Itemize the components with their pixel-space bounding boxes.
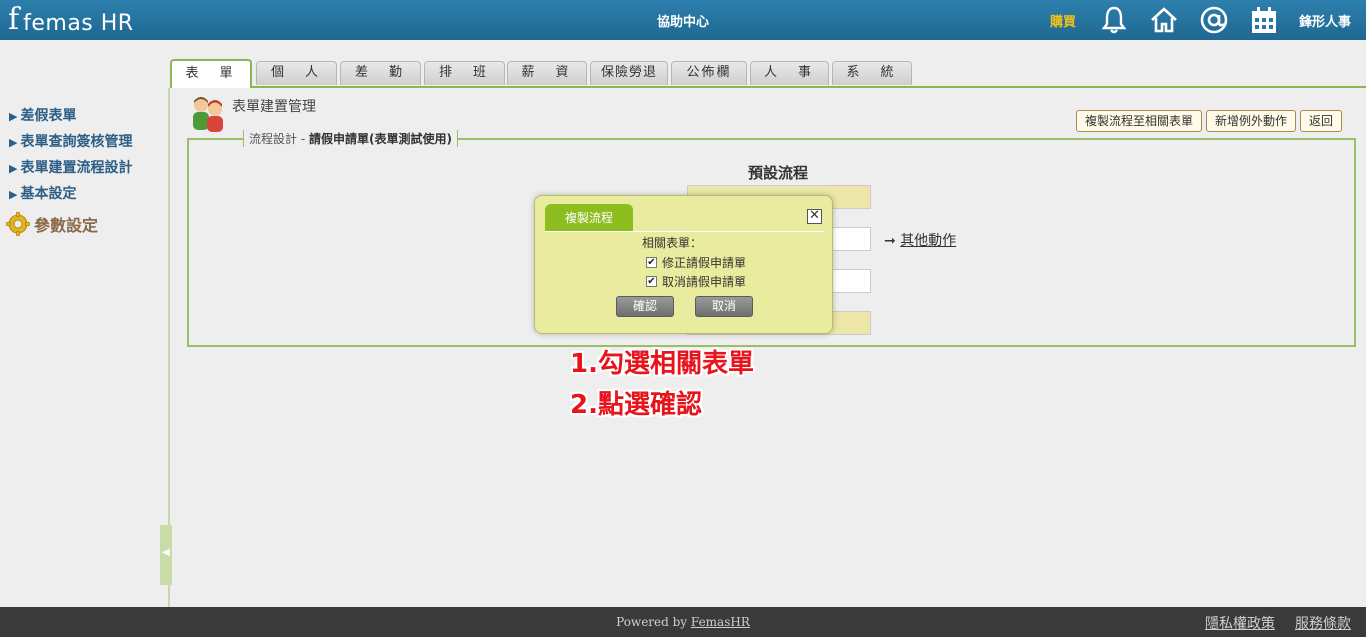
checkbox-checked[interactable]: ✔ [646, 257, 657, 268]
sidebar-collapse-handle[interactable]: ◀ [160, 525, 172, 585]
sidebar-item-label: 表單查詢簽核管理 [20, 134, 133, 150]
confirm-button[interactable]: 確認 [616, 296, 674, 317]
tab-attendance[interactable]: 差 勤 [340, 61, 421, 85]
tab-hr[interactable]: 人 事 [750, 61, 829, 85]
buy-link[interactable]: 購買 [1050, 11, 1076, 30]
sidebar-param-label: 參數設定 [34, 216, 99, 235]
legend-form-name: 請假申請單(表單測試使用) [308, 132, 452, 146]
sidebar-item-label: 差假表單 [20, 108, 77, 124]
page-title: 表單建置管理 [232, 99, 316, 115]
company-name[interactable]: 鋒形人事 [1299, 11, 1351, 30]
powered-by: Powered by FemasHR [0, 615, 1366, 629]
bell-icon[interactable] [1099, 5, 1129, 35]
sidebar-item-form-build[interactable]: ▶ 表單建置流程設計 [9, 157, 132, 177]
related-form-option[interactable]: ✔ 修正請假申請單 [646, 254, 746, 271]
related-form-option[interactable]: ✔ 取消請假申請單 [646, 273, 746, 290]
cancel-button[interactable]: 取消 [695, 296, 753, 317]
triangle-right-icon: ▶ [9, 162, 18, 175]
sidebar-item-label: 基本設定 [20, 186, 77, 202]
legend-prefix: 流程設計 - [249, 132, 309, 146]
checkbox-checked[interactable]: ✔ [646, 276, 657, 287]
page-header: 表單建置管理 [188, 95, 316, 133]
home-icon[interactable] [1149, 5, 1179, 35]
tab-system[interactable]: 系 統 [832, 61, 912, 85]
tab-shift[interactable]: 排 班 [424, 61, 505, 85]
powered-prefix: Powered by [616, 615, 691, 629]
sidebar: ▶ 差假表單 ▶ 表單查詢簽核管理 ▶ 表單建置流程設計 ▶ 基本設定 參數設定 ◀ [0, 88, 172, 607]
related-form-label: 取消請假申請單 [662, 275, 747, 289]
gear-icon [6, 212, 30, 236]
tab-insurance[interactable]: 保險勞退 [590, 61, 668, 85]
chevron-left-icon: ◀ [162, 547, 170, 558]
dialog-divider [545, 231, 824, 232]
related-forms-label: 相關表單： [642, 236, 703, 250]
copy-flow-dialog: 複製流程 ✕ 相關表單： ✔ 修正請假申請單 ✔ 取消請假申請單 確認 取消 [534, 195, 833, 334]
people-icon [193, 97, 223, 132]
sidebar-item-form-query[interactable]: ▶ 表單查詢簽核管理 [9, 131, 132, 151]
sidebar-item-basic-settings[interactable]: ▶ 基本設定 [9, 183, 76, 203]
close-icon[interactable]: ✕ [807, 209, 822, 224]
privacy-link[interactable]: 隱私權政策 [1205, 613, 1275, 633]
tab-forms[interactable]: 表 單 [170, 59, 252, 88]
other-action-label: 其他動作 [900, 233, 957, 249]
femas-link[interactable]: FemasHR [691, 615, 750, 629]
triangle-right-icon: ▶ [9, 188, 18, 201]
triangle-right-icon: ▶ [9, 136, 18, 149]
instruction-step-2: 2.點選確認 [570, 390, 702, 420]
top-header: f femas HR 協助中心 購買 鋒形人事 [0, 0, 1366, 40]
sidebar-item-label: 表單建置流程設計 [20, 160, 133, 176]
tab-bulletin[interactable]: 公佈欄 [671, 61, 747, 85]
related-form-label: 修正請假申請單 [662, 256, 747, 270]
flow-design-legend: 流程設計 - 請假申請單(表單測試使用) [243, 130, 458, 147]
other-action-link[interactable]: ➞ 其他動作 [884, 230, 956, 250]
terms-link[interactable]: 服務條款 [1295, 613, 1351, 633]
tab-underline [170, 86, 1366, 88]
default-flow-title: 預設流程 [748, 164, 809, 182]
sidebar-item-leave-forms[interactable]: ▶ 差假表單 [9, 105, 76, 125]
footer: Powered by FemasHR 隱私權政策 服務條款 [0, 607, 1366, 637]
tab-personal[interactable]: 個 人 [256, 61, 337, 85]
copy-flow-button[interactable]: 複製流程至相關表單 [1076, 110, 1203, 132]
instruction-step-1: 1.勾選相關表單 [570, 349, 754, 379]
at-icon[interactable] [1199, 5, 1229, 35]
triangle-right-icon: ▶ [9, 110, 18, 123]
back-button[interactable]: 返回 [1300, 110, 1343, 132]
dialog-title: 複製流程 [545, 204, 633, 232]
tab-salary[interactable]: 薪 資 [507, 61, 587, 85]
calendar-icon[interactable] [1249, 5, 1279, 35]
sidebar-item-parameters[interactable]: 參數設定 [6, 212, 98, 236]
add-exception-button[interactable]: 新增例外動作 [1206, 110, 1297, 132]
